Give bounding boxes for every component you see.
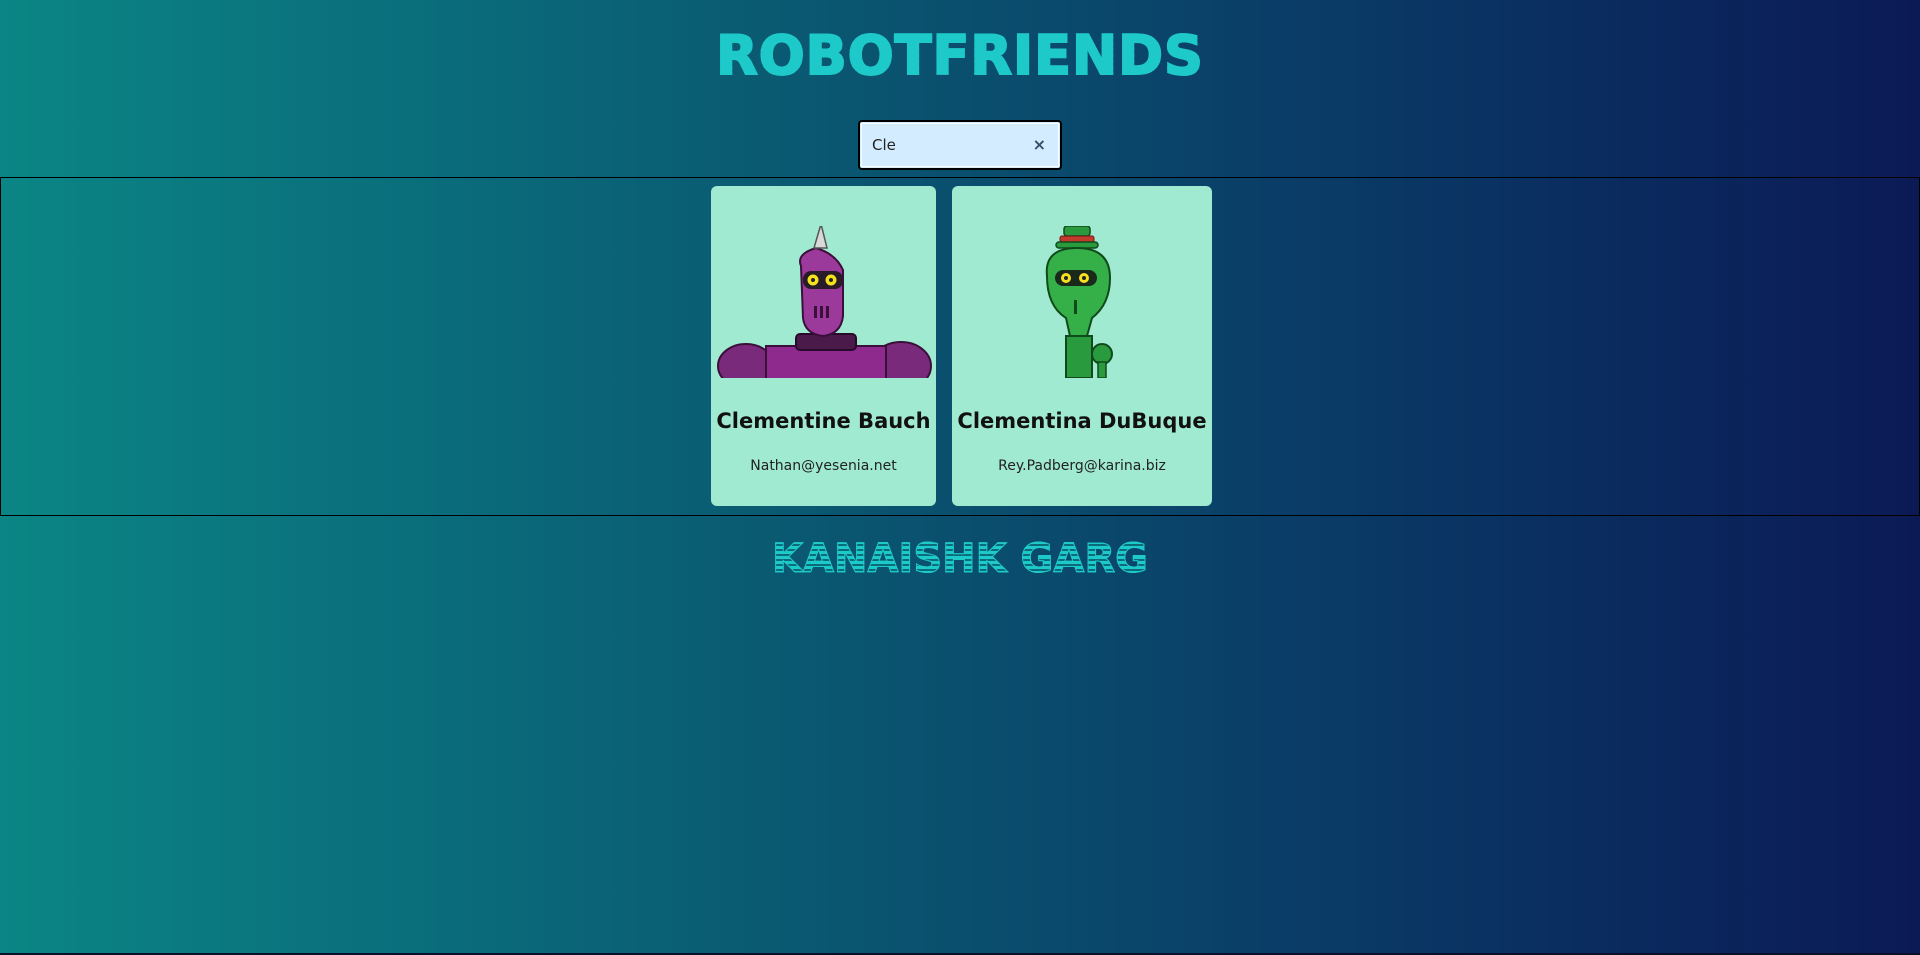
search-input[interactable] [872, 134, 1022, 156]
search-box[interactable]: × [858, 120, 1062, 170]
green-robot-avatar [1045, 226, 1113, 378]
robot-name: Clementina DuBuque [957, 409, 1207, 433]
robot-card[interactable]: Clementine Bauch Nathan@yesenia.net [711, 186, 936, 506]
app-title-text: ROBOTFRIENDS [715, 23, 1204, 88]
robot-email: Nathan@yesenia.net [750, 458, 897, 474]
clear-search-icon[interactable]: × [1033, 134, 1046, 156]
robot-card[interactable]: Clementina DuBuque Rey.Padberg@karina.bi… [952, 186, 1212, 506]
app-title: ROBOTFRIENDS [0, 23, 1920, 88]
robot-name: Clementine Bauch [716, 409, 931, 433]
robot-email: Rey.Padberg@karina.biz [998, 458, 1166, 474]
footer-author: KANAISHK GARG [0, 534, 1920, 584]
footer-author-text: KANAISHK GARG [772, 536, 1149, 583]
robot-card-list[interactable]: Clementine Bauch Nathan@yesenia.net Clem… [0, 177, 1920, 516]
purple-robot-avatar [717, 226, 932, 378]
